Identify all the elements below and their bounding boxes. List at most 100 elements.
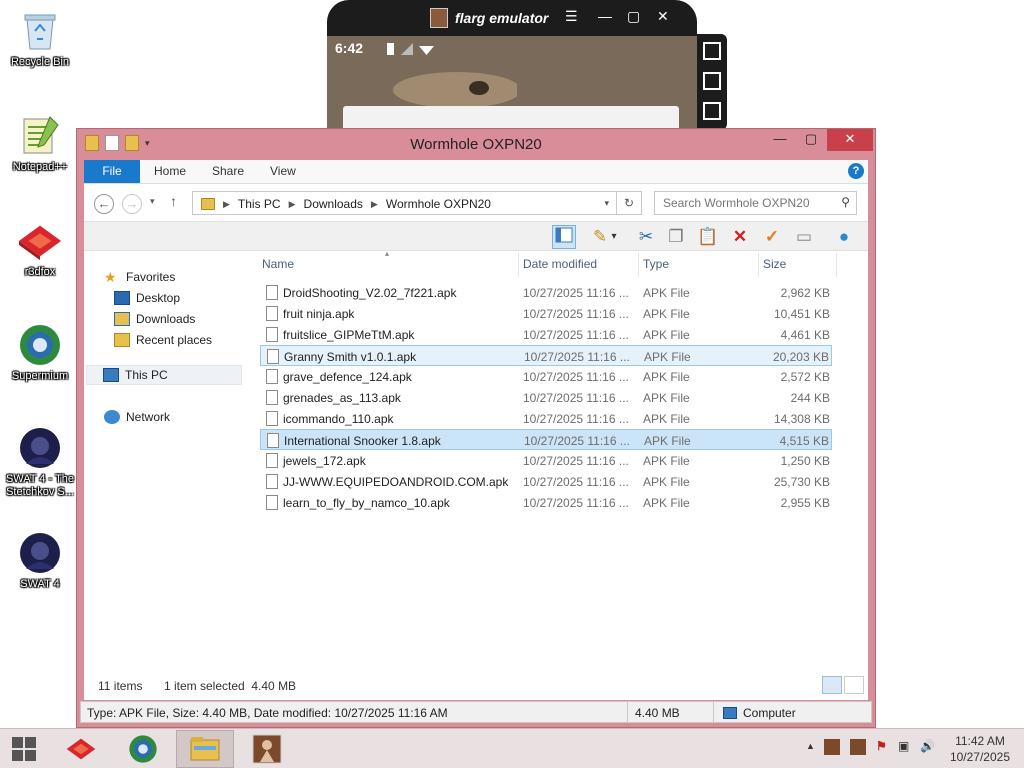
paste-icon[interactable]: 📋: [696, 225, 720, 249]
tray-app-icon[interactable]: [850, 739, 866, 755]
nav-downloads[interactable]: Downloads: [114, 309, 195, 329]
tab-view[interactable]: View: [270, 164, 296, 178]
column-divider[interactable]: [758, 253, 759, 277]
up-button[interactable]: ↑: [170, 193, 177, 209]
preview-pane-icon[interactable]: [552, 225, 576, 249]
explorer-titlebar[interactable]: ▾ Wormhole OXPN20 — ▢ ✕: [77, 129, 875, 159]
properties-icon[interactable]: ▭: [792, 225, 816, 249]
apk-file-icon: [266, 306, 278, 321]
help-button[interactable]: ?: [848, 163, 864, 179]
tab-file[interactable]: File: [84, 160, 140, 183]
start-button[interactable]: [0, 730, 48, 768]
breadcrumb-this-pc[interactable]: This PC: [238, 197, 281, 211]
desktop-icon-label: r3dfox: [24, 266, 56, 278]
forward-button[interactable]: →: [122, 194, 142, 214]
emulator-menu-icon[interactable]: ☰: [565, 8, 578, 25]
supermium-icon: [129, 735, 157, 763]
file-row[interactable]: grave_defence_124.apk 10/27/2025 11:16 .…: [260, 366, 832, 387]
taskbar-flarg-emulator[interactable]: [238, 730, 296, 768]
network-tray-icon[interactable]: ▣: [898, 739, 909, 753]
fullscreen-icon[interactable]: [703, 42, 721, 60]
search-box[interactable]: ⚲: [654, 191, 857, 215]
delete-icon[interactable]: ✕: [728, 225, 752, 249]
file-row[interactable]: JJ-WWW.EQUIPEDOANDROID.COM.apk 10/27/202…: [260, 471, 832, 492]
copy-icon[interactable]: ❐: [664, 225, 688, 249]
action-center-flag-icon[interactable]: ⚑: [876, 739, 887, 753]
emulator-sidebar: [697, 34, 727, 130]
network-globe-icon[interactable]: ●: [832, 225, 856, 249]
desktop-icon-swat4[interactable]: SWAT 4: [1, 530, 79, 591]
large-icons-view-icon[interactable]: [844, 676, 864, 694]
breadcrumb-downloads[interactable]: Downloads: [304, 197, 363, 211]
tab-share[interactable]: Share: [212, 164, 244, 178]
file-name: International Snooker 1.8.apk: [284, 434, 441, 448]
column-header-date[interactable]: Date modified: [523, 257, 597, 271]
cut-icon[interactable]: ✂: [634, 225, 658, 249]
emulator-screen[interactable]: 6:42: [327, 36, 697, 140]
nav-recent-places[interactable]: Recent places: [114, 330, 212, 350]
column-divider[interactable]: [638, 253, 639, 277]
emulator-maximize-button[interactable]: ▢: [627, 8, 640, 25]
column-header-name[interactable]: Name: [262, 257, 294, 271]
column-header-type[interactable]: Type: [643, 257, 669, 271]
install-apk-icon[interactable]: [703, 102, 721, 120]
column-header-size[interactable]: Size: [763, 257, 786, 271]
back-button[interactable]: ←: [94, 194, 114, 214]
refresh-button[interactable]: ↻: [616, 191, 642, 215]
nav-this-pc[interactable]: This PC: [86, 365, 242, 385]
emulator-window[interactable]: flarg emulator ☰ — ▢ ✕ 6:42: [327, 0, 697, 140]
file-size: 14,308 KB: [773, 412, 830, 426]
maximize-button[interactable]: ▢: [798, 129, 824, 151]
nav-desktop[interactable]: Desktop: [114, 288, 180, 308]
desktop-icon-swat4-stetchkov[interactable]: SWAT 4 - The Stetchkov S...: [1, 425, 79, 499]
file-size: 244 KB: [790, 391, 830, 405]
file-row[interactable]: DroidShooting_V2.02_7f221.apk 10/27/2025…: [260, 282, 832, 303]
desktop-icon-notepad-plus-plus[interactable]: Notepad++: [1, 113, 79, 174]
desktop-icon-r3dfox[interactable]: r3dfox: [1, 218, 79, 279]
taskbar-file-explorer[interactable]: [176, 730, 234, 768]
clock-date: 10/27/2025: [949, 750, 1010, 764]
column-divider[interactable]: [836, 253, 837, 277]
file-row-selected[interactable]: International Snooker 1.8.apk 10/27/2025…: [260, 429, 832, 450]
address-bar[interactable]: ▶ This PC ▶ Downloads ▶ Wormhole OXPN20 …: [192, 191, 642, 215]
search-input[interactable]: [663, 193, 838, 213]
keyboard-icon[interactable]: [703, 72, 721, 90]
taskbar-r3dfox[interactable]: [52, 730, 110, 768]
computer-icon: [103, 368, 119, 382]
explorer-window[interactable]: ▾ Wormhole OXPN20 — ▢ ✕ File Home Share …: [76, 128, 876, 728]
options-dropdown-icon[interactable]: ▾: [608, 225, 620, 249]
file-row[interactable]: fruitslice_GIPMeTtM.apk 10/27/2025 11:16…: [260, 324, 832, 345]
file-row[interactable]: fruit ninja.apk 10/27/2025 11:16 ... APK…: [260, 303, 832, 324]
address-dropdown-icon[interactable]: ▾: [604, 198, 609, 209]
file-row[interactable]: learn_to_fly_by_namco_10.apk 10/27/2025 …: [260, 492, 832, 513]
details-view-icon[interactable]: [822, 676, 842, 694]
file-date: 10/27/2025 11:16 ...: [523, 454, 629, 468]
clock[interactable]: 11:42 AM 10/27/2025: [950, 733, 1010, 765]
search-icon[interactable]: ⚲: [841, 195, 850, 209]
taskbar-supermium[interactable]: [114, 730, 172, 768]
desktop-icon-supermium[interactable]: Supermium: [1, 322, 79, 383]
file-row[interactable]: jewels_172.apk 10/27/2025 11:16 ... APK …: [260, 450, 832, 471]
desktop-icon-recycle-bin[interactable]: Recycle Bin: [1, 8, 79, 69]
file-row-hovered[interactable]: Granny Smith v1.0.1.apk 10/27/2025 11:16…: [260, 345, 832, 366]
nav-network[interactable]: Network: [104, 407, 170, 427]
column-divider[interactable]: [518, 253, 519, 277]
apk-file-icon: [266, 369, 278, 384]
apk-file-icon: [267, 349, 279, 364]
breadcrumb-wormhole[interactable]: Wormhole OXPN20: [386, 197, 491, 211]
minimize-button[interactable]: —: [767, 129, 793, 151]
emulator-minimize-button[interactable]: —: [598, 8, 612, 24]
rename-icon[interactable]: ✓: [760, 225, 784, 249]
tray-app-icon[interactable]: [824, 739, 840, 755]
file-row[interactable]: grenades_as_113.apk 10/27/2025 11:16 ...…: [260, 387, 832, 408]
emulator-titlebar[interactable]: flarg emulator ☰ — ▢ ✕: [327, 0, 697, 36]
volume-icon[interactable]: 🔊: [920, 739, 935, 753]
emulator-close-button[interactable]: ✕: [657, 8, 669, 25]
nav-favorites[interactable]: ★ Favorites: [104, 267, 175, 287]
tab-home[interactable]: Home: [154, 164, 186, 178]
show-hidden-icons-icon[interactable]: ▲: [806, 741, 815, 751]
apk-file-icon: [266, 411, 278, 426]
recent-locations-icon[interactable]: ▾: [150, 196, 155, 207]
file-row[interactable]: icommando_110.apk 10/27/2025 11:16 ... A…: [260, 408, 832, 429]
close-button[interactable]: ✕: [827, 129, 873, 151]
